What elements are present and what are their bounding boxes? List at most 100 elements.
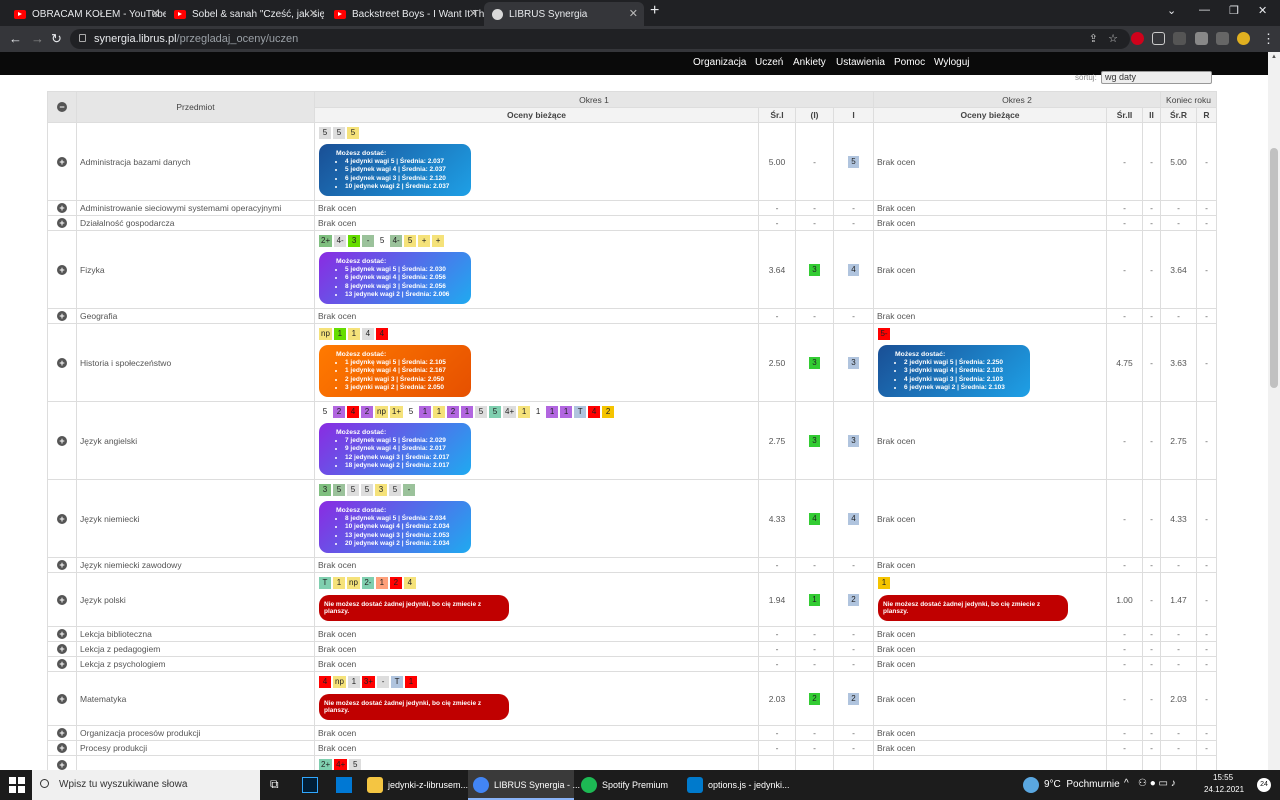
grade-badge[interactable]: 4 — [319, 676, 331, 688]
close-icon[interactable]: ✕ — [151, 7, 160, 20]
grade-badge[interactable]: 4- — [390, 235, 403, 248]
weather-text[interactable]: 9°C Pochmurnie — [1044, 779, 1120, 790]
new-tab-icon[interactable]: + — [650, 2, 659, 20]
grade-badge[interactable]: 5 — [489, 406, 502, 419]
close-icon[interactable]: ✕ — [469, 7, 478, 20]
grade-badge[interactable]: 1 — [461, 406, 474, 419]
grade-badge[interactable]: + — [418, 235, 431, 248]
grade-badge[interactable]: 5 — [404, 235, 417, 248]
grade-badge[interactable]: 1 — [347, 328, 360, 341]
plus-icon[interactable]: + — [57, 311, 67, 321]
taskbar-app-explorer[interactable]: jedynki-z-librusem... — [362, 770, 468, 800]
final-1-badge[interactable]: 5 — [848, 155, 859, 168]
forward-icon[interactable]: → — [31, 31, 44, 46]
grade-badge[interactable]: 2+ — [319, 759, 333, 770]
nav-uczen[interactable]: Uczeń — [755, 57, 783, 68]
grade-badge[interactable]: 2- — [361, 577, 374, 589]
taskbar-app-vscode[interactable]: options.js - jedynki... — [682, 770, 790, 800]
grade-badge[interactable]: 1 — [433, 406, 446, 419]
task-view-icon[interactable]: ⧉ — [270, 777, 286, 793]
photoshop-icon[interactable] — [302, 777, 318, 793]
weather-icon[interactable] — [1023, 777, 1039, 793]
plus-icon[interactable]: + — [57, 659, 67, 669]
predicted-1-badge[interactable]: 1 — [809, 593, 820, 606]
predicted-1-badge[interactable]: 3 — [809, 263, 820, 276]
grade-badge[interactable]: np — [333, 676, 346, 688]
extension-icon[interactable] — [1131, 32, 1144, 45]
grade-badge[interactable]: - — [403, 484, 415, 497]
nav-wyloguj[interactable]: Wyloguj — [934, 57, 969, 68]
grade-badge[interactable]: 5 — [333, 127, 345, 140]
grade-badge[interactable]: 4 — [361, 328, 374, 341]
grade-badge[interactable]: 4- — [334, 235, 347, 248]
grade-badge[interactable]: 1 — [419, 406, 432, 419]
plus-icon[interactable]: + — [57, 357, 67, 368]
grade-badge[interactable]: 4+ — [503, 406, 517, 419]
scroll-up-icon[interactable]: ▲ — [1271, 54, 1277, 60]
close-icon[interactable]: ✕ — [309, 7, 318, 20]
minimize-icon[interactable]: — — [1199, 4, 1210, 16]
grade-badge[interactable]: 2 — [361, 406, 373, 419]
grade-badge[interactable]: 2+ — [319, 235, 333, 248]
avatar[interactable] — [1237, 32, 1250, 45]
final-1-badge[interactable]: 4 — [848, 263, 859, 276]
grade-badge[interactable]: 3+ — [361, 676, 376, 688]
final-1-badge[interactable]: 4 — [848, 512, 859, 525]
plus-icon[interactable]: + — [57, 218, 67, 228]
nav-ustawienia[interactable]: Ustawienia — [836, 57, 885, 68]
nav-pomoc[interactable]: Pomoc — [894, 57, 925, 68]
predicted-1-badge[interactable]: 3 — [809, 356, 820, 369]
grade-badge[interactable]: 1 — [375, 577, 388, 589]
predicted-1-badge[interactable]: 3 — [809, 434, 820, 447]
plus-icon[interactable]: + — [57, 693, 67, 704]
media-icon[interactable] — [1216, 32, 1229, 45]
clock-time[interactable]: 15:55 — [1213, 773, 1233, 782]
share-icon[interactable]: ⇪ — [1089, 29, 1098, 49]
grade-badge[interactable]: T — [574, 406, 587, 419]
plus-icon[interactable]: + — [57, 560, 67, 570]
grade-badge[interactable]: 2 — [447, 406, 460, 419]
grade-badge[interactable]: np — [347, 577, 360, 589]
grade-badge[interactable]: T — [391, 676, 404, 688]
taskbar-search-input[interactable]: Wpisz tu wyszukiwane słowa — [32, 770, 260, 800]
grade-badge[interactable]: 5 — [361, 484, 373, 497]
grade-badge[interactable]: - — [362, 235, 375, 248]
final-1-badge[interactable]: 2 — [848, 692, 859, 705]
scrollbar-thumb[interactable] — [1270, 148, 1278, 388]
tray-icons[interactable]: ⚇ ● ▭ ♪ — [1138, 778, 1176, 789]
chevron-down-icon[interactable]: ⌄ — [1167, 4, 1176, 17]
grade-badge[interactable]: 4 — [347, 406, 359, 419]
plus-icon[interactable]: + — [57, 743, 67, 753]
grade-badge[interactable]: 1 — [560, 406, 573, 419]
minus-icon[interactable]: − — [57, 102, 67, 112]
grade-badge[interactable]: 4 — [403, 577, 416, 589]
grade-badge[interactable]: 2 — [333, 406, 345, 419]
grade-badge[interactable]: 1 — [532, 406, 545, 419]
clock-date[interactable]: 24.12.2021 — [1204, 785, 1244, 794]
predicted-1-badge[interactable]: 4 — [809, 512, 820, 525]
sort-select[interactable]: wg daty — [1101, 71, 1212, 84]
grade-badge[interactable]: 5 — [347, 484, 359, 497]
grade-badge[interactable]: 1 — [518, 406, 531, 419]
grade-badge[interactable]: 5 — [349, 759, 362, 770]
close-window-icon[interactable]: ✕ — [1258, 4, 1267, 17]
grade-badge[interactable]: + — [432, 235, 445, 248]
star-icon[interactable]: ☆ — [1108, 29, 1118, 49]
grade-badge[interactable]: np — [319, 328, 332, 341]
browser-tab[interactable]: Sobel & sanah "Cześć, jak się ma ✕ — [166, 2, 324, 26]
final-1-badge[interactable]: 3 — [848, 434, 859, 447]
puzzle-icon[interactable] — [1195, 32, 1208, 45]
grade-badge[interactable]: 3 — [375, 484, 387, 497]
grade-badge[interactable]: 4 — [588, 406, 601, 419]
grade-badge[interactable]: 1 — [347, 676, 360, 688]
grade-badge[interactable]: 2 — [602, 406, 615, 419]
plus-icon[interactable]: + — [57, 594, 67, 605]
grade-badge[interactable]: 5 — [347, 127, 359, 140]
grade-badge[interactable]: 5 — [319, 127, 331, 140]
plus-icon[interactable]: + — [57, 760, 67, 770]
grade-badge[interactable]: 5 — [319, 406, 331, 419]
grade-badge[interactable]: T — [319, 577, 331, 589]
grade-badge[interactable]: 5 — [333, 484, 345, 497]
chevron-up-icon[interactable]: ^ — [1124, 778, 1129, 789]
plus-icon[interactable]: + — [57, 264, 67, 275]
